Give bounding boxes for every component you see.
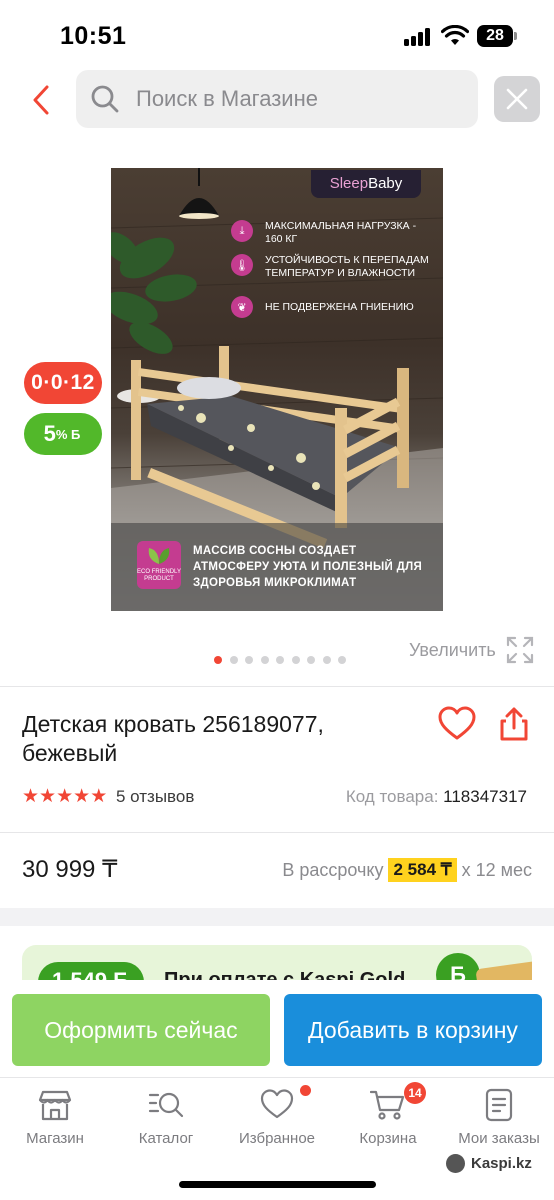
feature-text: МАКСИМАЛЬНАЯ НАГРУЗКА - 160 КГ [265,220,417,245]
sku-label: Код товара: [345,787,439,806]
bonus-badge: 5% Б [24,413,102,455]
status-time: 10:51 [60,22,127,50]
sku: Код товара: 118347317 [346,787,527,807]
leaf-icon: ❦ [231,296,253,318]
chevron-left-icon [33,85,49,115]
watermark-text: Kaspi.kz [471,1155,532,1172]
star-icon: ★ [39,786,57,807]
status-bar: 10:51 28 [0,0,554,70]
store-icon [38,1090,72,1121]
bonus-suffix: % Б [55,426,81,442]
pager-dot[interactable] [307,656,315,664]
add-to-cart-button[interactable]: Добавить в корзину [284,994,542,1066]
installment-prefix: В рассрочку [282,859,384,880]
zoom-button[interactable]: Увеличить [409,636,534,664]
feature-row: ⤓ МАКСИМАЛЬНАЯ НАГРУЗКА - 160 КГ [231,220,435,246]
action-bar: Оформить сейчас Добавить в корзину [0,980,554,1076]
image-pager[interactable] [214,656,354,664]
battery-level: 28 [477,25,513,47]
tab-orders[interactable]: Мои заказы [444,1088,554,1152]
feature-text: УСТОЙЧИВОСТЬ К ПЕРЕПАДАМ ТЕМПЕРАТУР И ВЛ… [265,254,429,279]
zoom-label: Увеличить [409,639,496,660]
feature-text: НЕ ПОДВЕРЖЕНА ГНИЕНИЮ [265,301,414,313]
heart-icon [260,1089,294,1119]
eco-badge: ECO FRIENDLY PRODUCT [137,541,181,589]
tab-catalog[interactable]: Каталог [111,1088,221,1152]
kaspi-watermark: Kaspi.kz [446,1154,532,1173]
star-icon: ★ [56,786,74,807]
divider [0,686,554,687]
pager-dot[interactable] [338,656,346,664]
close-icon [506,88,528,110]
eco-label: ECO FRIENDLY PRODUCT [137,569,181,582]
tab-label: Каталог [138,1130,194,1147]
notification-dot [300,1085,311,1096]
brand-tag: SleepBaby [311,170,421,198]
wifi-icon [441,25,469,45]
cart-icon [370,1090,405,1120]
pager-dot[interactable] [276,656,284,664]
installment-amount: 2 584 ₸ [388,858,457,882]
expand-icon [506,636,533,664]
close-button[interactable] [494,76,540,122]
search-input[interactable]: Поиск в Магазине [76,70,478,128]
cellular-signal-icon [404,28,434,46]
star-icon: ★ [90,786,108,807]
reviews-link[interactable]: 5 отзывов [116,787,194,807]
pager-dot[interactable] [214,656,222,664]
image-caption: МАССИВ СОСНЫ СОЗДАЕТ АТМОСФЕРУ УЮТА И ПО… [193,545,423,589]
product-image[interactable]: SleepBaby ⤓ МАКСИМАЛЬНАЯ НАГРУЗКА - 160 … [111,168,443,611]
thermometer-icon: 🌡 [231,254,253,276]
sku-value: 118347317 [443,787,527,806]
kaspi-logo-icon [446,1154,465,1173]
feature-row: 🌡 УСТОЙЧИВОСТЬ К ПЕРЕПАДАМ ТЕМПЕРАТУР И … [231,254,435,280]
catalog-search-icon [148,1092,184,1118]
pager-dot[interactable] [229,656,238,664]
star-icon: ★ [22,786,40,807]
pager-dot[interactable] [260,656,269,664]
installment-badge: 0·0·12 [24,362,102,404]
orders-icon [485,1088,513,1122]
tab-label: Корзина [359,1130,417,1147]
section-separator [0,908,554,926]
pager-dot[interactable] [322,656,331,664]
home-indicator [179,1181,376,1188]
battery-icon: 28 [477,25,517,47]
tab-label: Магазин [26,1130,84,1147]
installment-term: x 12 мес [461,859,532,880]
tab-label: Мои заказы [458,1130,540,1147]
cart-count-badge: 14 [404,1082,426,1104]
search-placeholder: Поиск в Магазине [136,86,318,111]
share-icon[interactable] [497,706,531,742]
rating-stars: ★ ★ ★ ★ ★ [22,787,107,807]
product-title: Детская кровать 256189077, бежевый [22,711,324,766]
divider [0,832,554,833]
pager-dot[interactable] [291,656,300,664]
favorite-heart-icon[interactable] [438,706,476,742]
tab-favorites[interactable]: Избранное [222,1088,332,1152]
price: 30 999 ₸ [22,856,118,883]
feature-row: ❦ НЕ ПОДВЕРЖЕНА ГНИЕНИЮ [231,296,435,318]
star-icon: ★ [73,786,91,807]
installment-info[interactable]: В рассрочку 2 584 ₸ x 12 мес [282,858,532,882]
checkout-button[interactable]: Оформить сейчас [12,994,270,1066]
tab-store[interactable]: Магазин [0,1088,110,1152]
pager-dot[interactable] [245,656,253,664]
tab-label: Избранное [238,1130,316,1147]
search-icon [91,85,119,113]
back-button[interactable] [24,80,58,120]
download-icon: ⤓ [231,220,253,242]
tab-cart[interactable]: Корзина [333,1088,443,1152]
eco-leaf-icon [148,548,170,564]
